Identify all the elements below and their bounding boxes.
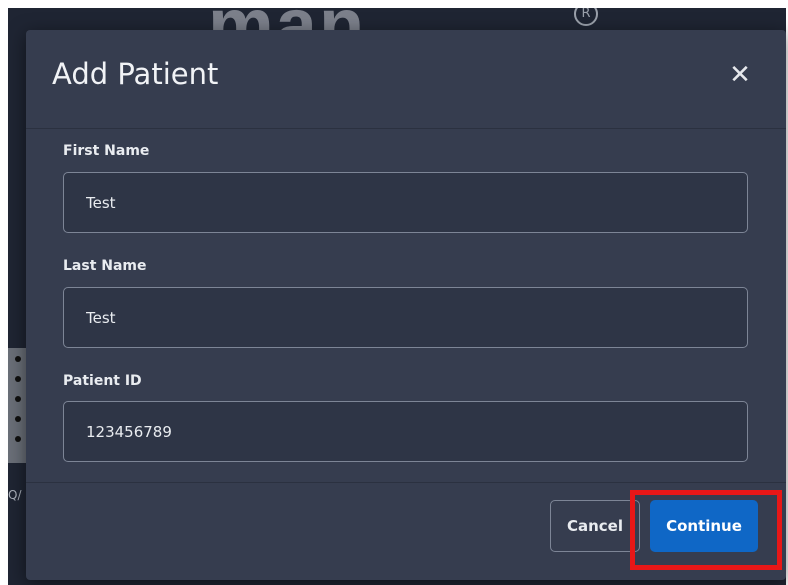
add-patient-dialog: Add Patient ✕ First Name Last Name Patie…: [26, 30, 786, 580]
footer-divider: [26, 482, 786, 483]
last-name-label: Last Name: [63, 258, 147, 274]
last-name-field[interactable]: [63, 287, 748, 348]
cancel-button[interactable]: Cancel: [550, 500, 640, 552]
close-icon[interactable]: ✕: [726, 62, 754, 90]
patient-id-field[interactable]: [63, 401, 748, 462]
header-divider: [26, 128, 786, 129]
registered-mark: R: [574, 8, 598, 26]
patient-id-label: Patient ID: [63, 373, 142, 389]
background-partial-text: Q/: [8, 488, 22, 502]
continue-button[interactable]: Continue: [650, 500, 758, 552]
background-side-strip: [8, 348, 28, 463]
first-name-label: First Name: [63, 143, 150, 159]
first-name-field[interactable]: [63, 172, 748, 233]
dialog-title: Add Patient: [52, 57, 219, 91]
